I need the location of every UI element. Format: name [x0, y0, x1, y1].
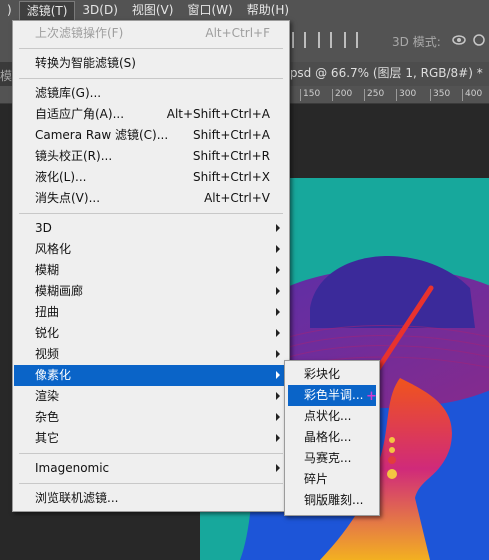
menu-item-label: 3D [35, 221, 52, 235]
menu-item-label: 转换为智能滤镜(S) [35, 56, 136, 70]
menu-edit-fragment[interactable]: ) [0, 0, 19, 20]
menu-item-label: 模糊画廊 [35, 284, 84, 298]
menu-item-label: 上次滤镜操作(F) [35, 26, 124, 40]
menu-item-shortcut: Shift+Ctrl+A [193, 128, 270, 142]
filter-menu: 上次滤镜操作(F) Alt+Ctrl+F 转换为智能滤镜(S) 滤镜库(G)..… [12, 20, 290, 512]
menu-item-other[interactable]: 其它 [14, 428, 288, 449]
ruler-tick: 300 [396, 89, 416, 101]
menu-item-label: 自适应广角(A)... [35, 107, 125, 121]
distribute-icons [292, 32, 358, 48]
menu-separator [19, 78, 283, 79]
menu-item-blur[interactable]: 模糊 [14, 260, 288, 281]
menu-item-video[interactable]: 视频 [14, 344, 288, 365]
menu-item-label: 模糊 [35, 263, 60, 277]
submenu-arrow-icon [276, 329, 280, 337]
menu-item-label: 镜头校正(R)... [35, 149, 113, 163]
crosshair-cursor-icon: + [366, 389, 377, 404]
menu-item-pixelate[interactable]: 像素化 [14, 365, 288, 386]
submenu-item-fragment[interactable]: 碎片 [288, 469, 376, 490]
submenu-arrow-icon [276, 266, 280, 274]
submenu-item-crystallize[interactable]: 晶格化... [288, 427, 376, 448]
submenu-item-mosaic[interactable]: 马赛克... [288, 448, 376, 469]
menu-item-label: 像素化 [35, 368, 72, 382]
menu-separator [19, 213, 283, 214]
submenu-arrow-icon [276, 224, 280, 232]
menu-item-shortcut: Alt+Ctrl+V [204, 191, 270, 205]
menu-item-label: 锐化 [35, 326, 60, 340]
distribute-right-icon[interactable] [344, 32, 358, 48]
menu-item-label: 浏览联机滤镜... [35, 491, 119, 505]
menu-item-shortcut: Shift+Ctrl+R [192, 149, 270, 163]
menu-window[interactable]: 窗口(W) [180, 0, 239, 20]
menu-view[interactable]: 视图(V) [125, 0, 181, 20]
menu-item-browse-online-filters[interactable]: 浏览联机滤镜... [14, 488, 288, 509]
ruler-tick: 350 [430, 89, 450, 101]
menu-item-label: Imagenomic [35, 461, 110, 475]
menu-item-render[interactable]: 渲染 [14, 386, 288, 407]
menu-item-blur-gallery[interactable]: 模糊画廊 [14, 281, 288, 302]
menu-item-label: 风格化 [35, 242, 72, 256]
menu-item-label: 滤镜库(G)... [35, 86, 102, 100]
orbit-3d-icon[interactable] [452, 34, 466, 46]
menu-separator [19, 453, 283, 454]
menu-item-sharpen[interactable]: 锐化 [14, 323, 288, 344]
menu-filter[interactable]: 滤镜(T) [18, 0, 76, 21]
ruler-tick: 150 [300, 89, 320, 101]
menu-item-label: 液化(L)... [35, 170, 87, 184]
menu-item-stylize[interactable]: 风格化 [14, 239, 288, 260]
menu-item-shortcut: Alt+Shift+Ctrl+A [166, 107, 270, 121]
menu-item-label: 杂色 [35, 410, 60, 424]
submenu-arrow-icon [276, 464, 280, 472]
menu-item-shortcut: Alt+Ctrl+F [205, 26, 270, 40]
menu-item-label: Camera Raw 滤镜(C)... [35, 128, 169, 142]
menu-bar: ) 滤镜(T) 3D(D) 视图(V) 窗口(W) 帮助(H) [0, 0, 489, 21]
submenu-item-mezzotint[interactable]: 铜版雕刻... [288, 490, 376, 511]
submenu-item-color-halftone[interactable]: 彩色半调... [288, 385, 376, 406]
menu-item-distort[interactable]: 扭曲 [14, 302, 288, 323]
submenu-arrow-icon [276, 371, 280, 379]
menu-help[interactable]: 帮助(H) [240, 0, 296, 20]
submenu-arrow-icon [276, 287, 280, 295]
submenu-arrow-icon [276, 350, 280, 358]
menu-item-label: 扭曲 [35, 305, 60, 319]
submenu-arrow-icon [276, 413, 280, 421]
mode-3d-label: 3D 模式: [392, 35, 441, 49]
menu-item-label: 消失点(V)... [35, 191, 101, 205]
menu-3d[interactable]: 3D(D) [75, 0, 124, 20]
ruler-tick: 200 [332, 89, 352, 101]
ruler-tick: 250 [364, 89, 384, 101]
submenu-arrow-icon [276, 392, 280, 400]
ruler-tick: 400 [462, 89, 482, 101]
menu-item-label: 视频 [35, 347, 60, 361]
distribute-horizontal-icon[interactable] [292, 32, 306, 48]
other-tab-fragment[interactable]: 模 [0, 67, 12, 84]
menu-item-label: 渲染 [35, 389, 60, 403]
menu-item-shortcut: Shift+Ctrl+X [193, 170, 270, 184]
menu-item-filter-gallery[interactable]: 滤镜库(G)... [14, 83, 288, 104]
submenu-arrow-icon [276, 434, 280, 442]
pixelate-submenu: 彩块化 彩色半调... 点状化... 晶格化... 马赛克... 碎片 铜版雕刻… [284, 360, 380, 516]
menu-item-camera-raw[interactable]: Camera Raw 滤镜(C)... Shift+Ctrl+A [14, 125, 288, 146]
roll-3d-icon[interactable] [472, 34, 486, 46]
menu-item-last-filter: 上次滤镜操作(F) Alt+Ctrl+F [14, 23, 288, 44]
distribute-center-icon[interactable] [318, 32, 332, 48]
menu-item-3d[interactable]: 3D [14, 218, 288, 239]
menu-item-convert-smart-filter[interactable]: 转换为智能滤镜(S) [14, 53, 288, 74]
menu-item-label: 其它 [35, 431, 60, 445]
menu-item-vanishing-point[interactable]: 消失点(V)... Alt+Ctrl+V [14, 188, 288, 209]
menu-separator [19, 483, 283, 484]
submenu-arrow-icon [276, 245, 280, 253]
menu-separator [19, 48, 283, 49]
menu-item-imagenomic[interactable]: Imagenomic [14, 458, 288, 479]
submenu-item-facet[interactable]: 彩块化 [288, 364, 376, 385]
menu-item-adaptive-wide-angle[interactable]: 自适应广角(A)... Alt+Shift+Ctrl+A [14, 104, 288, 125]
menu-item-lens-correction[interactable]: 镜头校正(R)... Shift+Ctrl+R [14, 146, 288, 167]
submenu-arrow-icon [276, 308, 280, 316]
menu-item-noise[interactable]: 杂色 [14, 407, 288, 428]
submenu-item-pointillize[interactable]: 点状化... [288, 406, 376, 427]
menu-item-liquify[interactable]: 液化(L)... Shift+Ctrl+X [14, 167, 288, 188]
document-tab[interactable]: .psd @ 66.7% (图层 1, RGB/8#) * [286, 62, 489, 86]
